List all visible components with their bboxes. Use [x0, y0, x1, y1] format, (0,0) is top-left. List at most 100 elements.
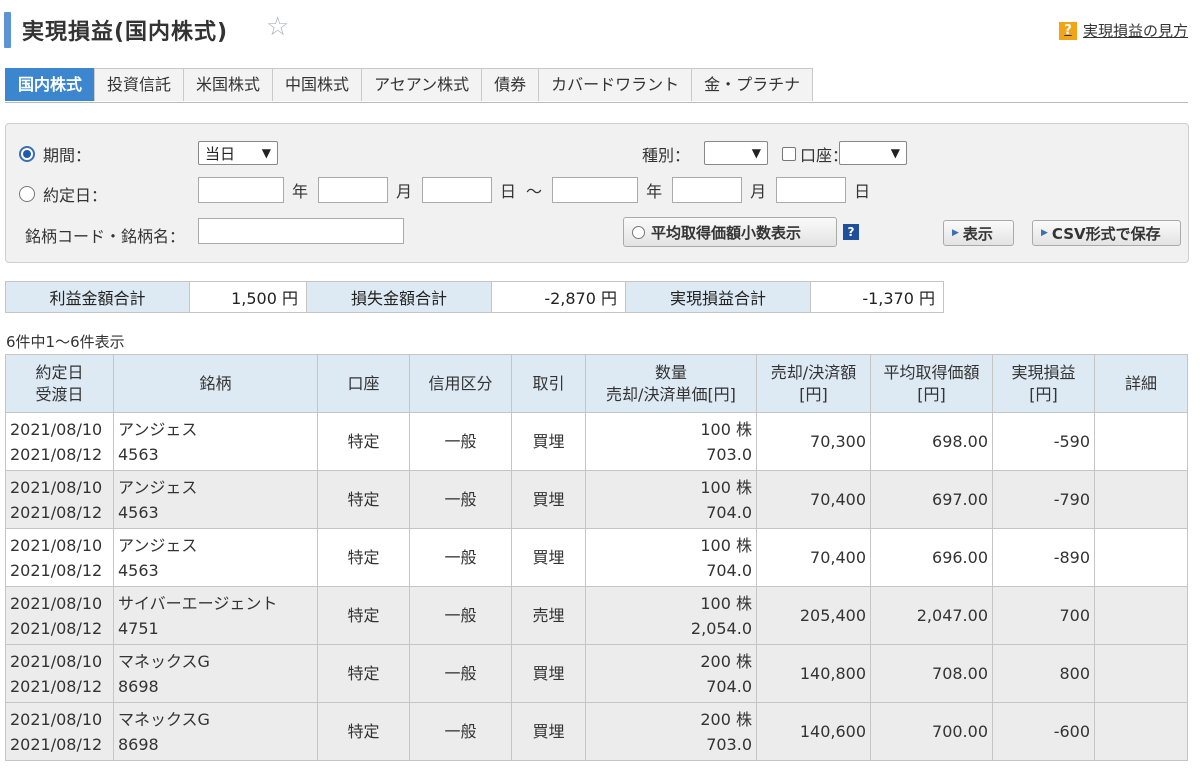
amount-cell: 70,300: [756, 412, 871, 471]
period-select-value: 当日: [205, 144, 236, 163]
contract-date: 2021/08/10: [10, 535, 103, 555]
star-icon[interactable]: ☆: [266, 13, 289, 41]
period-label: 期間：: [43, 146, 92, 165]
account-cell: 特定: [317, 470, 410, 529]
avg-price-cell: 698.00: [870, 412, 993, 471]
account-cell: 特定: [317, 702, 410, 761]
tab-gold-platinum[interactable]: 金・プラチナ: [691, 68, 814, 101]
from-year-input[interactable]: [198, 177, 284, 203]
detail-cell[interactable]: [1094, 470, 1188, 529]
unit-price: 703.0: [706, 734, 752, 754]
stock-cell[interactable]: マネックスG 8698: [113, 644, 318, 703]
col-account: 口座: [317, 354, 410, 413]
quantity: 100 株: [700, 535, 752, 555]
type-select[interactable]: ▼: [704, 141, 768, 165]
period-select[interactable]: 当日 ▼: [198, 141, 278, 165]
stock-cell[interactable]: アンジェス 4563: [113, 470, 318, 529]
detail-cell[interactable]: [1094, 586, 1188, 645]
stock-cell[interactable]: マネックスG 8698: [113, 702, 318, 761]
table-row[interactable]: 2021/08/10 2021/08/12 アンジェス 4563 特定 一般 買埋 100 株…: [5, 412, 1188, 471]
contract-date-radio[interactable]: [19, 186, 35, 202]
credit-cell: 一般: [409, 702, 512, 761]
period-radio[interactable]: [19, 146, 35, 162]
table-row[interactable]: 2021/08/10 2021/08/12 サイバーエージェント 4751 特定 一般 売埋…: [5, 586, 1188, 645]
avg-decimal-radio: [632, 225, 645, 239]
chevron-down-icon: ▼: [890, 146, 900, 160]
from-day-input[interactable]: [422, 177, 493, 203]
trade-cell: 買埋: [511, 702, 586, 761]
page-header: 実現損益(国内株式) ☆ ? 実現損益の見方: [0, 0, 1200, 60]
amount-cell: 70,400: [756, 528, 871, 587]
quantity: 100 株: [700, 477, 752, 497]
table-row[interactable]: 2021/08/10 2021/08/12 マネックスG 8698 特定 一般 買埋 200 …: [5, 702, 1188, 761]
detail-cell[interactable]: [1094, 528, 1188, 587]
credit-cell: 一般: [409, 412, 512, 471]
to-day-input[interactable]: [776, 177, 847, 203]
display-button[interactable]: ▶ 表示: [943, 220, 1014, 246]
realized-pl-cell: 800: [992, 644, 1095, 703]
trade-cell: 買埋: [511, 644, 586, 703]
detail-cell[interactable]: [1094, 412, 1188, 471]
trade-cell: 買埋: [511, 470, 586, 529]
unit-price: 704.0: [706, 560, 752, 580]
avg-price-cell: 700.00: [870, 702, 993, 761]
date-range: 年 月 日 ～ 年 月 日: [198, 177, 880, 203]
table-row[interactable]: 2021/08/10 2021/08/12 アンジェス 4563 特定 一般 買埋 100 株…: [5, 528, 1188, 587]
contract-date: 2021/08/10: [10, 651, 103, 671]
account-cell: 特定: [317, 586, 410, 645]
dates-cell: 2021/08/10 2021/08/12: [5, 702, 114, 761]
triangle-right-icon: ▶: [952, 228, 959, 238]
to-month-input[interactable]: [672, 177, 743, 203]
loss-total-label: 損失金額合計: [306, 281, 492, 313]
stock-code-input[interactable]: [198, 218, 404, 244]
stock-cell[interactable]: サイバーエージェント 4751: [113, 586, 318, 645]
account-select[interactable]: ▼: [839, 141, 907, 165]
help-link[interactable]: ? 実現損益の見方: [1058, 20, 1188, 41]
type-label: 種別：: [642, 146, 691, 165]
tab-asean-stock[interactable]: アセアン株式: [361, 68, 483, 101]
account-checkbox[interactable]: [782, 147, 796, 161]
contract-date-row: 約定日：: [19, 182, 107, 206]
account-cell: 特定: [317, 412, 410, 471]
contract-date: 2021/08/10: [10, 419, 103, 439]
tab-covered-warrant[interactable]: カバードワラント: [538, 68, 693, 101]
help-link-text[interactable]: 実現損益の見方: [1083, 20, 1188, 41]
col-amount: 売却/決済額 [円]: [756, 354, 871, 413]
table-row[interactable]: 2021/08/10 2021/08/12 マネックスG 8698 特定 一般 買埋 200 …: [5, 644, 1188, 703]
tab-china-stock[interactable]: 中国株式: [272, 68, 363, 101]
realized-pl-cell: -600: [992, 702, 1095, 761]
stock-cell[interactable]: アンジェス 4563: [113, 412, 318, 471]
table-row[interactable]: 2021/08/10 2021/08/12 アンジェス 4563 特定 一般 買埋 100 株…: [5, 470, 1188, 529]
profit-total-label: 利益金額合計: [5, 281, 190, 313]
question-icon[interactable]: ?: [843, 224, 859, 240]
tab-bond[interactable]: 債券: [481, 68, 540, 101]
tab-investment-trust[interactable]: 投資信託: [94, 68, 185, 101]
stock-name: アンジェス: [118, 535, 198, 555]
stock-code: 4563: [118, 502, 159, 522]
amount-cell: 205,400: [756, 586, 871, 645]
summary-table: 利益金額合計 1,500 円 損失金額合計 -2,870 円 実現損益合計 -1…: [5, 281, 944, 313]
col-quantity: 数量 売却/決済単価[円]: [585, 354, 757, 413]
quantity-cell: 200 株 703.0: [585, 702, 757, 761]
dates-cell: 2021/08/10 2021/08/12: [5, 412, 114, 471]
csv-save-label: CSV形式で保存: [1051, 224, 1161, 243]
stock-code: 4563: [118, 560, 159, 580]
stock-code: 4751: [118, 618, 159, 638]
tab-us-stock[interactable]: 米国株式: [183, 68, 274, 101]
type-row: 種別：: [642, 142, 690, 166]
delivery-date: 2021/08/12: [10, 734, 103, 754]
col-detail: 詳細: [1094, 354, 1188, 413]
avg-decimal-toggle[interactable]: 平均取得価額小数表示: [623, 217, 837, 247]
detail-cell[interactable]: [1094, 702, 1188, 761]
stock-code: 8698: [118, 734, 159, 754]
trade-cell: 買埋: [511, 412, 586, 471]
to-year-input[interactable]: [552, 177, 639, 203]
credit-cell: 一般: [409, 470, 512, 529]
stock-cell[interactable]: アンジェス 4563: [113, 528, 318, 587]
from-month-input[interactable]: [318, 177, 389, 203]
csv-save-button[interactable]: ▶ CSV形式で保存: [1032, 220, 1181, 246]
tab-domestic-stock[interactable]: 国内株式: [5, 68, 96, 101]
account-cell: 特定: [317, 528, 410, 587]
question-icon: ?: [1058, 21, 1077, 40]
detail-cell[interactable]: [1094, 644, 1188, 703]
